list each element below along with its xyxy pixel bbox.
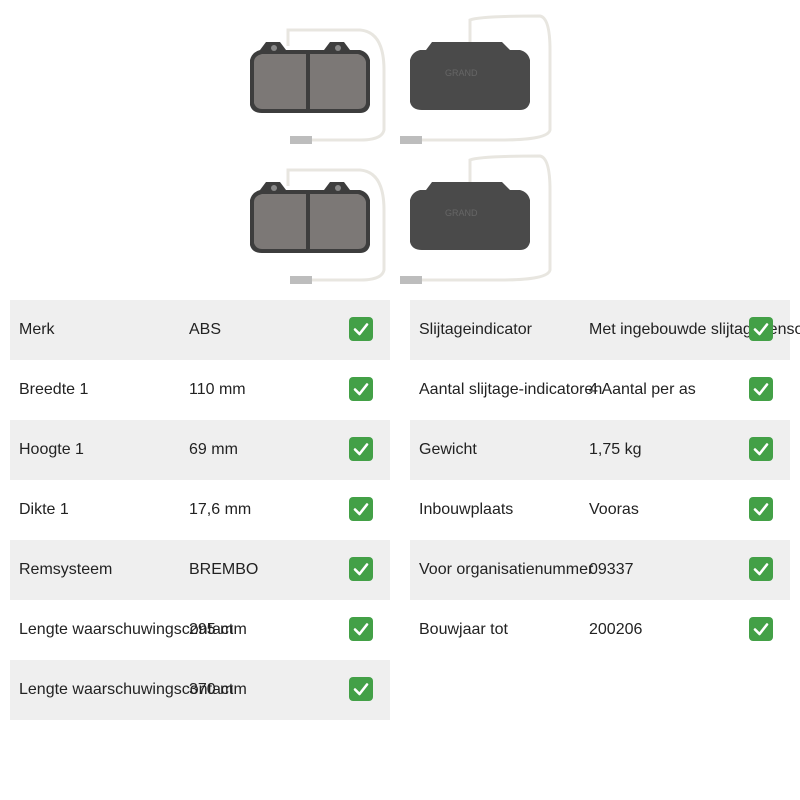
spec-value: 1,75 kg — [589, 441, 642, 458]
spec-label: Bouwjaar tot — [419, 621, 508, 638]
check-icon — [749, 437, 773, 461]
check-icon — [349, 677, 373, 701]
brake-pad-friction-bottom — [250, 182, 370, 253]
spec-value: 17,6 mm — [189, 501, 252, 518]
spec-label: Voor organisatienummer — [419, 561, 594, 578]
spec-label: Inbouwplaats — [419, 501, 514, 518]
brake-pads-icon: GRAND GRAND — [250, 14, 552, 284]
spec-row: Hoogte 1 69 mm — [10, 420, 390, 480]
check-icon — [749, 617, 773, 641]
spec-label: Breedte 1 — [19, 381, 89, 398]
spec-label: Remsysteem — [19, 561, 113, 578]
brake-pad-back-top: GRAND — [410, 42, 530, 110]
spec-row: Aantal slijtage-indicatoren 4 Aantal per… — [410, 360, 790, 420]
spec-value: BREMBO — [189, 561, 259, 578]
spec-row: Lengte waarschuwingscontact 370 mm — [10, 660, 390, 720]
spec-value: 200206 — [589, 621, 643, 638]
check-icon — [749, 377, 773, 401]
spec-row: Breedte 1 110 mm — [10, 360, 390, 420]
spec-row: Slijtageindicator Met ingebouwde slijtag… — [410, 300, 800, 360]
spec-label: Merk — [19, 321, 55, 338]
check-icon — [749, 317, 773, 341]
spec-value: 370 mm — [189, 681, 247, 698]
spec-row: Voor organisatienummer 09337 — [410, 540, 790, 600]
spec-row: Remsysteem BREMBO — [10, 540, 390, 600]
check-icon — [349, 317, 373, 341]
spec-label: Hoogte 1 — [19, 441, 84, 458]
check-icon — [749, 497, 773, 521]
product-image: GRAND GRAND — [240, 10, 560, 290]
spec-value: 09337 — [589, 561, 634, 578]
spec-label: Aantal slijtage-indicatoren — [419, 381, 603, 398]
spec-label: Slijtageindicator — [419, 321, 532, 338]
spec-row: Lengte waarschuwingscontact 295 mm — [10, 600, 390, 660]
spec-row: Dikte 1 17,6 mm — [10, 480, 390, 540]
check-icon — [749, 557, 773, 581]
check-icon — [349, 377, 373, 401]
spec-label: Dikte 1 — [19, 501, 69, 518]
check-icon — [349, 437, 373, 461]
spec-row: Gewicht 1,75 kg — [410, 420, 790, 480]
spec-value: 110 mm — [189, 381, 246, 398]
check-icon — [349, 557, 373, 581]
spec-label: Gewicht — [419, 441, 477, 458]
spec-row: Inbouwplaats Vooras — [410, 480, 790, 540]
check-icon — [349, 497, 373, 521]
spec-row: Merk ABS — [10, 300, 390, 360]
specs-table-left: Merk ABS Breedte 1 110 mm Hoogte 1 69 mm… — [10, 300, 390, 720]
spec-row: Bouwjaar tot 200206 — [410, 600, 790, 660]
check-icon — [349, 617, 373, 641]
spec-value: 295 mm — [189, 621, 247, 638]
spec-value: 4 Aantal per as — [589, 381, 696, 398]
brake-pad-friction-top — [250, 42, 370, 113]
brake-pad-back-bottom: GRAND — [410, 182, 530, 250]
svg-text:GRAND: GRAND — [445, 208, 478, 218]
spec-value: 69 mm — [189, 441, 238, 458]
specs-table-right: Slijtageindicator Met ingebouwde slijtag… — [410, 300, 800, 660]
spec-value: Vooras — [589, 501, 639, 518]
spec-value: ABS — [189, 321, 222, 338]
svg-text:GRAND: GRAND — [445, 68, 478, 78]
